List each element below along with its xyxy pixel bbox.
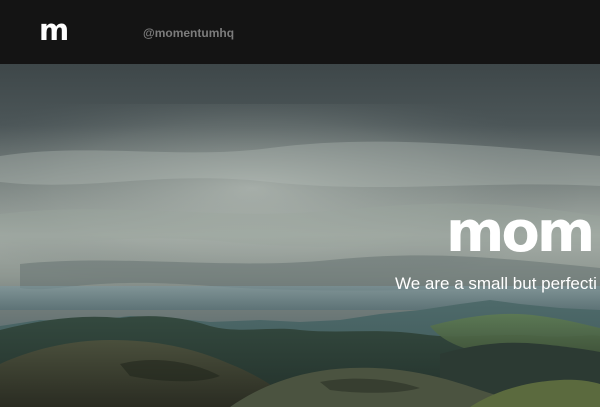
momentum-logo[interactable]: m	[39, 12, 69, 48]
hero-title: mom	[446, 200, 595, 265]
hero-tagline: We are a small but perfecti	[395, 274, 597, 293]
top-navigation-bar: m @momentumhq	[0, 0, 600, 64]
twitter-handle-link[interactable]: @momentumhq	[143, 25, 234, 41]
hero-banner: mom We are a small but perfecti	[0, 64, 600, 407]
page: m @momentumhq mom We are a small but per…	[0, 0, 600, 407]
